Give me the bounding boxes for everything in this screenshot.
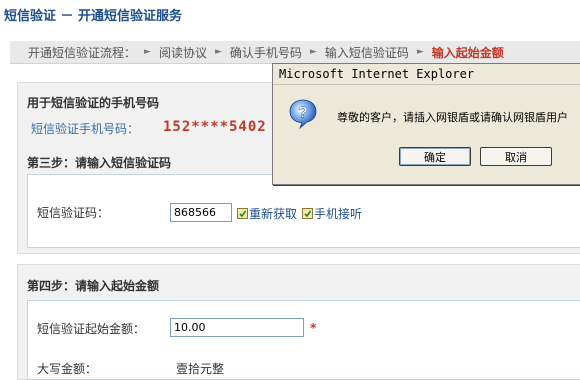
amount-label: 短信验证起始金额： — [37, 322, 146, 336]
chevron-right-icon: ► — [144, 47, 151, 57]
phone-section-heading: 用于短信验证的手机号码 — [27, 96, 160, 110]
phone-label: 短信验证手机号码： — [31, 122, 140, 136]
verification-code-input[interactable] — [170, 203, 232, 222]
step4-form-box — [27, 300, 580, 380]
phone-number: 152****5402 — [163, 119, 267, 135]
dialog-message: 尊敬的客户，请插入网银盾或请确认网银盾用户 — [337, 111, 568, 124]
resend-code-label: 重新获取 — [249, 207, 298, 221]
refresh-icon — [237, 208, 248, 219]
phone-receive-label: 手机接听 — [314, 207, 363, 221]
phone-icon — [302, 208, 313, 219]
ok-button[interactable]: 确定 — [399, 147, 471, 166]
question-icon: ? — [287, 98, 319, 133]
breadcrumb-read-agreement: 阅读协议 — [158, 45, 207, 60]
phone-receive-link[interactable]: 手机接听 — [302, 205, 362, 222]
ie-alert-dialog: Microsoft Internet Explorer ? 尊敬的客户，请插入网… — [272, 63, 580, 185]
svg-text:?: ? — [298, 105, 308, 122]
breadcrumb: 开通短信验证流程： ► 阅读协议 ► 确认手机号码 ► 输入短信验证码 ► 输入… — [10, 41, 580, 64]
chevron-right-icon: ► — [309, 47, 317, 57]
breadcrumb-enter-amount: 输入起始金额 — [431, 45, 504, 60]
dialog-title[interactable]: Microsoft Internet Explorer — [273, 64, 580, 85]
step4-heading: 第四步：请输入起始金额 — [27, 279, 160, 293]
resend-code-link[interactable]: 重新获取 — [237, 205, 297, 222]
page-title: 短信验证 － 开通短信验证服务 — [4, 9, 183, 24]
step3-heading: 第三步：请输入短信验证码 — [27, 156, 172, 170]
breadcrumb-confirm-phone: 确认手机号码 — [229, 45, 302, 60]
uppercase-amount-label: 大写金额： — [37, 362, 98, 376]
start-amount-input[interactable] — [170, 318, 304, 337]
chevron-right-icon: ► — [416, 47, 424, 57]
code-label: 短信验证码： — [37, 206, 110, 220]
required-mark: * — [310, 321, 317, 335]
chevron-right-icon: ► — [214, 47, 222, 57]
breadcrumb-prefix: 开通短信验证流程： — [28, 45, 137, 60]
cancel-button[interactable]: 取消 — [480, 147, 552, 166]
uppercase-amount-value: 壹拾元整 — [176, 362, 225, 376]
breadcrumb-enter-code: 输入短信验证码 — [324, 45, 409, 60]
